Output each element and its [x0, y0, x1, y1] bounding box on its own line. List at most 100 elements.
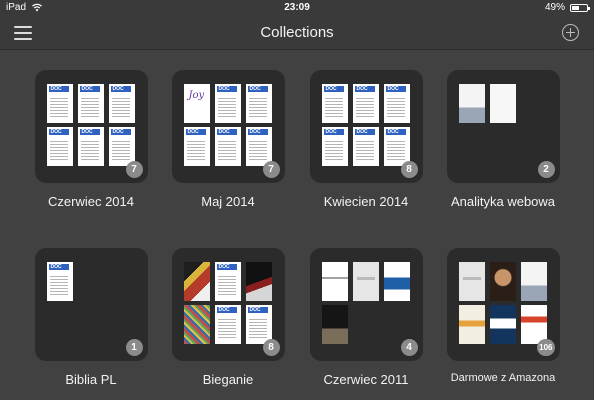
book-cover-thumbnail — [489, 84, 516, 123]
collection-item[interactable]: 106 Darmowe z Amazona — [438, 248, 568, 384]
book-cover-thumbnail — [245, 262, 272, 301]
collection-cover[interactable]: DOC 1 — [34, 248, 148, 361]
doc-thumbnail: DOC — [321, 84, 348, 123]
doc-type-label: DOC — [385, 129, 406, 135]
doc-type-label: DOC — [354, 129, 375, 135]
doc-type-label: DOC — [385, 86, 406, 92]
doc-type-label: DOC — [323, 86, 344, 92]
book-cover-thumbnail — [458, 84, 485, 123]
doc-type-label: DOC — [354, 86, 375, 92]
item-count-badge: 1 — [125, 339, 143, 356]
book-cover-thumbnail — [489, 305, 516, 344]
collection-item[interactable]: 4 Czerwiec 2011 — [301, 248, 431, 387]
collection-label: Czerwiec 2011 — [323, 372, 409, 387]
doc-type-label: DOC — [323, 129, 344, 135]
doc-thumbnail: DOC — [183, 127, 210, 166]
collection-thumbnails: DOC — [46, 262, 137, 301]
battery-percent: 49% — [544, 2, 565, 13]
collection-thumbnails: Joy DOC DOC DOC DOC DOC — [183, 84, 274, 166]
doc-thumbnail: DOC — [108, 127, 135, 166]
doc-thumbnail: DOC — [214, 305, 241, 344]
doc-type-label: DOC — [247, 129, 268, 135]
doc-type-label: DOC — [48, 129, 69, 135]
collection-cover[interactable]: 4 — [309, 248, 423, 361]
book-cover-thumbnail — [352, 262, 379, 301]
doc-thumbnail: DOC — [383, 127, 410, 166]
book-cover-thumbnail — [383, 262, 410, 301]
item-count-badge: 2 — [537, 161, 555, 178]
book-cover-thumbnail — [520, 305, 547, 344]
doc-type-label: DOC — [185, 129, 206, 135]
collection-label: Darmowe z Amazona — [450, 372, 556, 384]
doc-type-label: DOC — [110, 86, 131, 92]
doc-thumbnail: DOC — [352, 127, 379, 166]
doc-thumbnail: DOC — [77, 127, 104, 166]
doc-type-label: DOC — [247, 86, 268, 92]
book-cover-thumbnail — [489, 262, 516, 301]
doc-type-label: DOC — [247, 307, 268, 313]
collection-item[interactable]: DOC DOC DOC DOC DOC DOC 8 Kwiecien 2014 — [301, 70, 431, 209]
doc-thumbnail: DOC — [77, 84, 104, 123]
item-count-badge: 7 — [262, 161, 280, 178]
collection-cover[interactable]: Joy DOC DOC DOC DOC DOC 7 — [171, 70, 285, 183]
collection-cover[interactable]: 106 — [446, 248, 560, 361]
doc-thumbnail: DOC — [46, 262, 73, 301]
collection-item[interactable]: DOC DOC DOC 8 Bieganie — [163, 248, 293, 387]
item-count-badge: 4 — [400, 339, 418, 356]
doc-thumbnail: DOC — [46, 127, 73, 166]
collection-thumbnails — [321, 262, 412, 344]
book-cover-thumbnail: Joy — [183, 84, 210, 123]
collection-cover[interactable]: DOC DOC DOC 8 — [171, 248, 285, 361]
doc-type-label: DOC — [216, 86, 237, 92]
book-cover-thumbnail — [183, 305, 210, 344]
collection-thumbnails: DOC DOC DOC DOC DOC DOC — [46, 84, 137, 166]
book-cover-thumbnail — [183, 262, 210, 301]
collection-item[interactable]: 2 Analityka webowa — [438, 70, 568, 209]
doc-thumbnail: DOC — [214, 84, 241, 123]
doc-thumbnail: DOC — [214, 127, 241, 166]
book-cover-thumbnail — [321, 262, 348, 301]
item-count-badge: 7 — [125, 161, 143, 178]
collection-item[interactable]: DOC 1 Biblia PL — [26, 248, 156, 387]
doc-thumbnail: DOC — [321, 127, 348, 166]
doc-type-label: DOC — [48, 86, 69, 92]
item-count-badge: 8 — [400, 161, 418, 178]
status-bar: iPad 23:09 49% — [0, 0, 594, 16]
doc-thumbnail: DOC — [245, 84, 272, 123]
doc-type-label: DOC — [79, 86, 100, 92]
collection-label: Analityka webowa — [450, 194, 556, 209]
doc-type-label: DOC — [216, 307, 237, 313]
collection-thumbnails — [458, 84, 549, 123]
plus-circle-icon[interactable] — [562, 24, 579, 41]
collection-label: Kwiecien 2014 — [323, 194, 409, 209]
collection-label: Bieganie — [202, 372, 254, 387]
doc-thumbnail: DOC — [245, 305, 272, 344]
doc-thumbnail: DOC — [352, 84, 379, 123]
collection-label: Biblia PL — [65, 372, 117, 387]
doc-thumbnail: DOC — [108, 84, 135, 123]
status-time: 23:09 — [284, 2, 310, 13]
doc-thumbnail: DOC — [214, 262, 241, 301]
collection-label: Maj 2014 — [201, 194, 255, 209]
navigation-bar: Collections — [0, 16, 594, 50]
item-count-badge: 106 — [537, 339, 555, 356]
doc-thumbnail: DOC — [245, 127, 272, 166]
doc-type-label: DOC — [79, 129, 100, 135]
collection-item[interactable]: Joy DOC DOC DOC DOC DOC 7 Maj 2014 — [163, 70, 293, 209]
collection-cover[interactable]: DOC DOC DOC DOC DOC DOC 7 — [34, 70, 148, 183]
collection-cover[interactable]: DOC DOC DOC DOC DOC DOC 8 — [309, 70, 423, 183]
doc-type-label: DOC — [48, 264, 69, 270]
battery-icon — [570, 3, 590, 12]
book-cover-thumbnail — [458, 262, 485, 301]
collection-label: Czerwiec 2014 — [48, 194, 134, 209]
collection-thumbnails: DOC DOC DOC — [183, 262, 274, 344]
book-cover-thumbnail — [520, 262, 547, 301]
collection-item[interactable]: DOC DOC DOC DOC DOC DOC 7 Czerwiec 2014 — [26, 70, 156, 209]
book-cover-thumbnail — [321, 305, 348, 344]
doc-type-label: DOC — [110, 129, 131, 135]
collections-grid: DOC DOC DOC DOC DOC DOC 7 Czerwiec 2014 Joy DOC DO… — [0, 51, 594, 400]
doc-type-label: DOC — [216, 264, 237, 270]
doc-thumbnail: DOC — [383, 84, 410, 123]
doc-type-label: DOC — [216, 129, 237, 135]
collection-cover[interactable]: 2 — [446, 70, 560, 183]
